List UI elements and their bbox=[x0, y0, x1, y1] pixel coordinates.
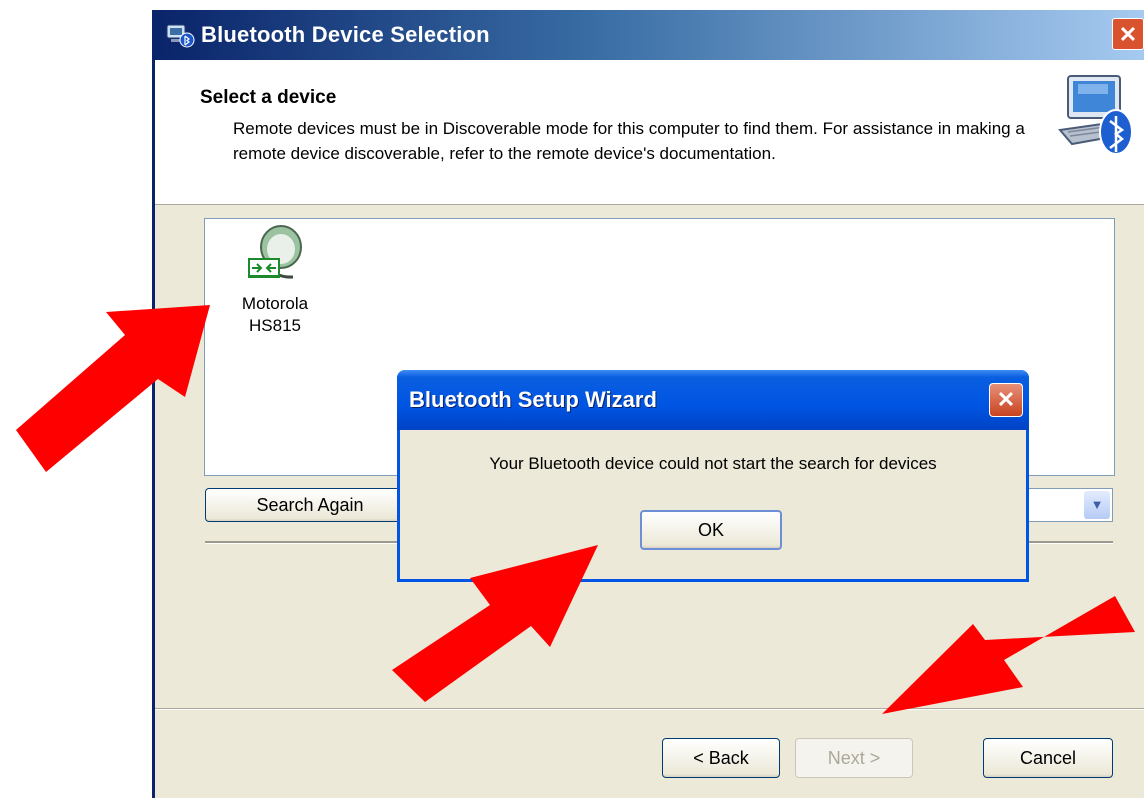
dialog-close-button[interactable]: ✕ bbox=[989, 383, 1023, 417]
dialog-message: Your Bluetooth device could not start th… bbox=[489, 454, 937, 473]
computer-bluetooth-icon bbox=[1058, 75, 1133, 155]
bluetooth-window-icon bbox=[166, 24, 195, 48]
window-close-button[interactable]: ✕ bbox=[1112, 18, 1144, 50]
window-titlebar[interactable]: Bluetooth Device Selection ✕ bbox=[155, 10, 1144, 60]
footer-separator bbox=[155, 708, 1144, 710]
ok-button[interactable]: OK bbox=[640, 510, 782, 550]
headset-icon bbox=[248, 225, 302, 279]
cancel-button[interactable]: Cancel bbox=[983, 738, 1113, 778]
device-name-line1: Motorola bbox=[241, 294, 309, 313]
header-title: Select a device bbox=[200, 87, 337, 108]
next-button[interactable]: Next > bbox=[795, 738, 913, 778]
device-name-line2: HS815 bbox=[249, 316, 301, 335]
dialog-title: Bluetooth Setup Wizard bbox=[409, 387, 657, 412]
back-button[interactable]: < Back bbox=[662, 738, 780, 778]
window-title: Bluetooth Device Selection bbox=[201, 22, 490, 47]
dialog-titlebar[interactable]: Bluetooth Setup Wizard ✕ bbox=[397, 370, 1029, 430]
wizard-header: Select a device Remote devices must be i… bbox=[155, 60, 1144, 205]
chevron-down-icon[interactable]: ▼ bbox=[1084, 491, 1110, 519]
header-description: Remote devices must be in Discoverable m… bbox=[233, 119, 1025, 163]
setup-wizard-dialog: Bluetooth Setup Wizard ✕ Your Bluetooth … bbox=[397, 370, 1029, 582]
device-item-motorola-hs815[interactable]: Motorola HS815 bbox=[205, 223, 345, 337]
